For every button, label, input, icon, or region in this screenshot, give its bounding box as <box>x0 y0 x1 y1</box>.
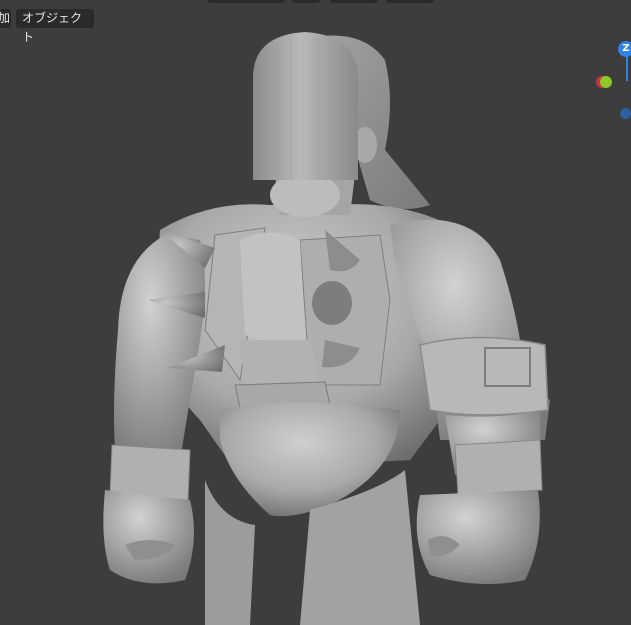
add-menu-button[interactable]: 加 <box>0 9 11 28</box>
helmet <box>253 32 358 180</box>
gizmo-y-axis[interactable] <box>600 76 612 88</box>
stud-2 <box>312 281 352 325</box>
left-wristband <box>109 444 191 501</box>
gizmo-z-axis[interactable]: Z <box>618 41 631 57</box>
header-dropdown-strip[interactable] <box>207 0 285 3</box>
header-snap-strip[interactable] <box>330 0 378 3</box>
left-fist <box>103 490 194 584</box>
left-leg <box>205 480 255 625</box>
sculpt-model[interactable] <box>0 0 631 625</box>
right-wristband <box>454 439 543 496</box>
header-proportional-strip[interactable] <box>386 0 434 3</box>
object-menu-button[interactable]: オブジェクト <box>16 9 94 44</box>
left-arm <box>114 235 205 460</box>
header-toggle-strip[interactable] <box>292 0 320 3</box>
gizmo-negative-z-axis[interactable] <box>620 108 631 119</box>
3d-viewport[interactable]: 加 オブジェクト Z <box>0 0 631 625</box>
chest <box>240 232 305 339</box>
gizmo-z-axis-line <box>626 57 628 81</box>
